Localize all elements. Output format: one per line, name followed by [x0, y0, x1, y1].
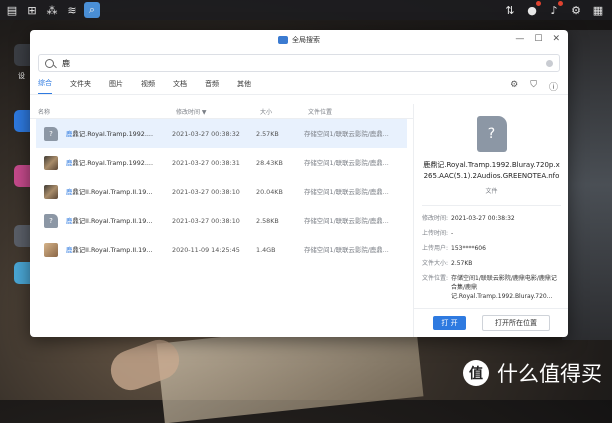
tab-audio[interactable]: 音频 — [205, 79, 219, 94]
file-name: 鹿鼎记II.Royal.Tramp.II.19... — [66, 188, 153, 196]
file-name: 鹿鼎记II.Royal.Tramp.II.19... — [66, 246, 153, 254]
file-name: 鹿鼎记.Royal.Tramp.1992.... — [66, 130, 153, 138]
tab-other[interactable]: 其他 — [237, 79, 251, 94]
wallpaper-right — [562, 30, 612, 340]
tab-all[interactable]: 综合 — [38, 78, 52, 94]
file-icon: ? — [44, 213, 58, 228]
column-name[interactable]: 名称 — [30, 107, 176, 116]
column-size[interactable]: 大小 — [260, 107, 308, 116]
results-list: 名称 修改时间 ▼ 大小 文件位置 ? 鹿鼎记.Royal.Tramp.1992… — [30, 104, 413, 337]
tab-folder[interactable]: 文件夹 — [70, 79, 91, 94]
file-size: 20.04KB — [256, 187, 283, 196]
desktop-icon-label: 设 — [18, 72, 25, 80]
detail-actions: 打 开 打开所在位置 — [414, 308, 568, 337]
sort-icon[interactable]: ⇅ — [502, 2, 518, 18]
tab-document[interactable]: 文档 — [173, 79, 187, 94]
window-title: 全局搜索 — [292, 36, 320, 44]
divider — [422, 205, 561, 206]
file-date: 2020-11-09 14:25:45 — [172, 245, 240, 254]
file-date: 2021-03-27 00:38:10 — [172, 187, 240, 196]
file-size: 2.57KB — [256, 129, 279, 138]
table-header: 名称 修改时间 ▼ 大小 文件位置 — [30, 104, 413, 119]
detail-file-type: 文件 — [485, 188, 498, 195]
file-location: 存储空间1/联联云影院/鹿鼎... — [304, 159, 389, 167]
open-location-button[interactable]: 打开所在位置 — [482, 315, 550, 331]
file-size: 2.58KB — [256, 216, 279, 225]
prop-uploader: 上传用户: 153****606 — [422, 245, 486, 252]
open-button[interactable]: 打 开 — [433, 316, 466, 330]
file-icon: ? — [44, 126, 58, 141]
file-date: 2021-03-27 00:38:31 — [172, 158, 240, 167]
table-row[interactable]: 鹿鼎记II.Royal.Tramp.II.19... 2021-03-27 00… — [36, 177, 407, 206]
search-box[interactable]: 鹿 — [38, 54, 560, 72]
file-size: 1.4GB — [256, 245, 276, 254]
image-thumbnail — [44, 184, 58, 199]
tab-image[interactable]: 图片 — [109, 79, 123, 94]
watermark-logo: 值 — [463, 360, 489, 386]
cloud-share-icon[interactable]: ≋ — [64, 2, 80, 18]
tab-video[interactable]: 视频 — [141, 79, 155, 94]
watermark-text: 什么值得买 — [497, 362, 602, 386]
table-row[interactable]: ? 鹿鼎记.Royal.Tramp.1992.... 2021-03-27 00… — [36, 119, 407, 148]
video-thumbnail — [44, 242, 58, 257]
taskbar: ▤ ⊞ ⁂ ≋ ⌕ ⇅ ● ♪ ⚙ ▦ — [0, 0, 612, 20]
window-titlebar[interactable]: 全局搜索 — ☐ ✕ — [30, 30, 568, 50]
table-row[interactable]: 鹿鼎记II.Royal.Tramp.II.19... 2020-11-09 14… — [36, 235, 407, 264]
file-location: 存储空间1/联联云影院/鹿鼎... — [304, 217, 389, 225]
minimize-button[interactable]: — — [515, 34, 524, 44]
prop-uploaded: 上传时间: - — [422, 230, 454, 237]
menu-icon[interactable]: ▤ — [4, 2, 20, 18]
search-app-icon[interactable]: ⌕ — [84, 2, 100, 18]
network-icon[interactable]: ⁂ — [44, 2, 60, 18]
file-date: 2021-03-27 00:38:32 — [172, 129, 240, 138]
search-icon — [45, 58, 54, 68]
file-name: 鹿鼎记.Royal.Tramp.1992.... — [66, 159, 153, 167]
maximize-button[interactable]: ☐ — [534, 34, 542, 44]
notification-icon[interactable]: ♪ — [546, 1, 563, 18]
user-icon[interactable]: ● — [524, 1, 541, 18]
watermark: 值 什么值得买 — [463, 358, 602, 388]
prop-size: 文件大小: 2.57KB — [422, 260, 473, 267]
column-location[interactable]: 文件位置 — [308, 107, 408, 116]
file-icon: ? — [476, 116, 507, 152]
clear-icon[interactable] — [546, 59, 553, 67]
column-date[interactable]: 修改时间 ▼ — [176, 107, 260, 116]
search-input[interactable]: 鹿 — [62, 58, 70, 69]
table-row[interactable]: ? 鹿鼎记II.Royal.Tramp.II.19... 2021-03-27 … — [36, 206, 407, 235]
table-row[interactable]: 鹿鼎记.Royal.Tramp.1992.... 2021-03-27 00:3… — [36, 148, 407, 177]
prop-modified: 修改时间: 2021-03-27 00:38:32 — [422, 215, 515, 222]
file-location: 存储空间1/联联云影院/鹿鼎... — [304, 246, 389, 254]
search-window: 全局搜索 — ☐ ✕ 鹿 综合 文件夹 图片 视频 文档 音频 其他 ⚙ ⛉ ⓘ… — [30, 30, 568, 337]
detail-panel: ? 鹿鼎记.Royal.Tramp.1992.Bluray.720p.x265.… — [413, 104, 568, 337]
filter-icon[interactable]: ⛉ — [530, 80, 537, 93]
file-location: 存储空间1/联联云影院/鹿鼎... — [304, 188, 389, 196]
settings-icon[interactable]: ⚙ — [568, 2, 584, 18]
file-date: 2021-03-27 00:38:10 — [172, 216, 240, 225]
detail-file-name: 鹿鼎记.Royal.Tramp.1992.Bluray.720p.x265.AA… — [423, 161, 560, 180]
prop-location: 文件位置: 存储空间1/联联云影院/鹿鼎电影/鹿鼎记合集/鹿鼎记.Royal.Tr… — [422, 275, 557, 300]
file-size: 28.43KB — [256, 158, 283, 167]
file-name: 鹿鼎记II.Royal.Tramp.II.19... — [66, 217, 153, 225]
grid-icon[interactable]: ⊞ — [24, 2, 40, 18]
category-tabs: 综合 文件夹 图片 视频 文档 音频 其他 ⚙ ⛉ ⓘ — [30, 76, 568, 95]
file-location: 存储空间1/联联云影院/鹿鼎... — [304, 130, 389, 138]
close-button[interactable]: ✕ — [552, 34, 560, 44]
info-icon[interactable]: ⓘ — [549, 80, 558, 93]
settings-icon[interactable]: ⚙ — [510, 80, 518, 93]
app-icon — [278, 36, 288, 44]
grid-menu-icon[interactable]: ▦ — [590, 2, 606, 18]
image-thumbnail — [44, 155, 58, 170]
